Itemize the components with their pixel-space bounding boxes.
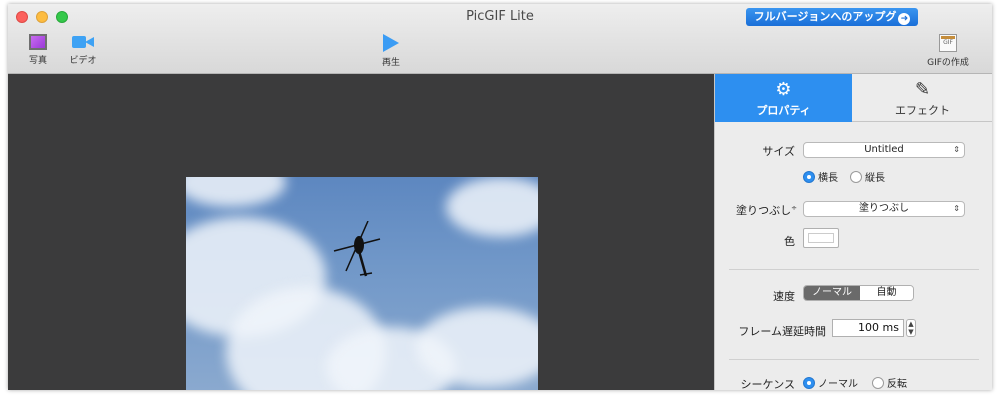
color-well[interactable]	[803, 228, 839, 248]
gear-icon: ⚙	[775, 79, 792, 100]
orientation-portrait-label: 縦長	[865, 173, 885, 184]
make-gif-button[interactable]: GIF GIFの作成	[922, 34, 974, 68]
radio-selected-icon	[803, 171, 815, 183]
panel-tabs: ⚙ プロパティ ✎ エフェクト	[715, 74, 992, 122]
magic-wand-icon: ✎	[914, 79, 931, 100]
size-label: サイズ	[762, 145, 795, 158]
sequence-reverse-radio[interactable]: 反転	[872, 375, 907, 390]
upgrade-button[interactable]: フルバージョンへのアップグ ➜	[746, 8, 918, 26]
radio-selected-icon	[803, 377, 815, 389]
speed-auto-segment[interactable]: 自動	[860, 286, 913, 300]
size-value: Untitled	[864, 144, 904, 155]
fill-label: 塗りつぶし÷	[736, 204, 797, 217]
play-label: 再生	[381, 58, 400, 68]
app-window: PicGIF Lite フルバージョンへのアップグ ➜ 写真 ビデオ 再生 GIF…	[8, 4, 992, 390]
photo-tool-label: 写真	[28, 56, 47, 66]
speed-normal-segment[interactable]: ノーマル	[804, 286, 860, 300]
play-button[interactable]: 再生	[376, 34, 406, 68]
tab-properties[interactable]: ⚙ プロパティ	[715, 74, 852, 122]
cloud	[446, 177, 538, 237]
photo-tool-button[interactable]: 写真	[22, 34, 54, 66]
divider	[729, 359, 979, 360]
fill-value: 塗りつぶし	[858, 203, 910, 214]
sequence-normal-radio[interactable]: ノーマル	[803, 375, 858, 390]
video-tool-button[interactable]: ビデオ	[66, 34, 100, 66]
radio-unselected-icon	[850, 171, 862, 183]
frame-delay-input[interactable]: 100 ms	[832, 319, 904, 337]
size-select[interactable]: Untitled ⇕	[803, 142, 965, 158]
video-camera-icon	[72, 34, 94, 50]
gif-file-icon: GIF	[939, 34, 957, 52]
frame-delay-stepper[interactable]: ▲ ▼	[906, 319, 916, 337]
orientation-portrait-radio[interactable]: 縦長	[850, 169, 885, 184]
orientation-landscape-radio[interactable]: 横長	[803, 169, 838, 184]
fill-select[interactable]: 塗りつぶし ⇕	[803, 201, 965, 217]
preview-stage	[8, 74, 714, 390]
title-bar: PicGIF Lite フルバージョンへのアップグ ➜ 写真 ビデオ 再生 GIF…	[8, 4, 992, 74]
play-icon	[383, 34, 399, 52]
updown-chevron-icon: ⇕	[953, 204, 960, 213]
speed-label: 速度	[773, 290, 795, 303]
orientation-landscape-label: 横長	[818, 173, 838, 184]
arrow-right-icon: ➜	[898, 13, 911, 25]
tab-effect-label: エフェクト	[895, 104, 950, 117]
radio-unselected-icon	[872, 377, 884, 389]
sequence-label: シーケンス	[740, 378, 795, 390]
frame-delay-label: フレーム遅延時間	[738, 325, 826, 338]
properties-panel: ⚙ プロパティ ✎ エフェクト サイズ Untitled ⇕ 横長 縦長 塗りつ…	[714, 74, 992, 390]
make-gif-label: GIFの作成	[927, 58, 969, 68]
cloud	[186, 177, 286, 207]
updown-chevron-icon: ⇕	[953, 145, 960, 154]
photo-icon	[29, 34, 47, 50]
tab-properties-label: プロパティ	[756, 104, 811, 117]
video-tool-label: ビデオ	[69, 56, 97, 66]
speed-segmented-control[interactable]: ノーマル 自動	[803, 285, 914, 301]
upgrade-label: フルバージョンへのアップグ	[753, 10, 897, 23]
color-swatch	[808, 233, 834, 243]
tab-effect[interactable]: ✎ エフェクト	[852, 74, 992, 122]
helicopter-silhouette	[333, 221, 381, 277]
color-label: 色	[784, 235, 795, 248]
sequence-normal-label: ノーマル	[818, 379, 858, 390]
sequence-reverse-label: 反転	[887, 379, 907, 390]
divider	[729, 269, 979, 270]
preview-image[interactable]	[186, 177, 538, 390]
